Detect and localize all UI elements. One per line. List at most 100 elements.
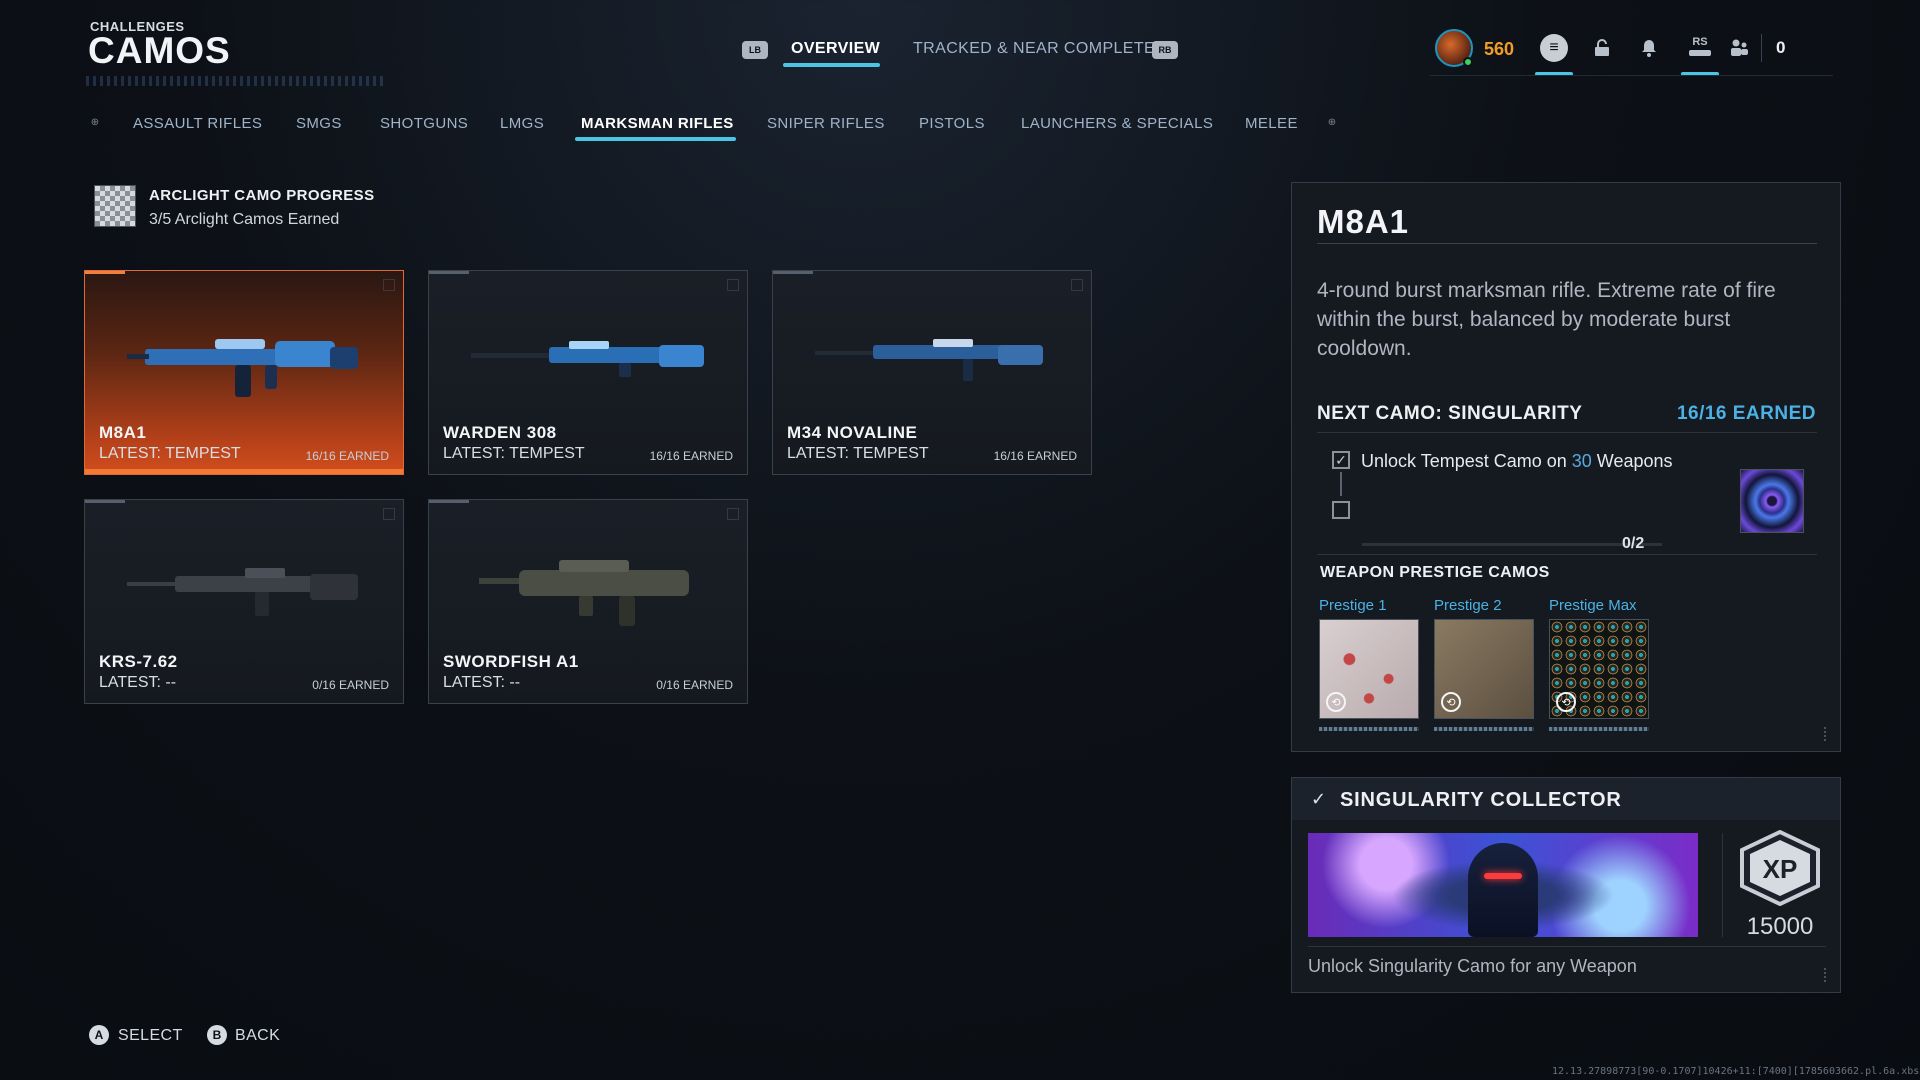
topbar-divider <box>1761 34 1762 62</box>
arclight-camo-thumbnail <box>94 185 136 227</box>
category-left-bumper-icon[interactable]: ⊕ <box>84 114 106 130</box>
collector-description: Unlock Singularity Camo for any Weapon <box>1308 956 1637 976</box>
arclight-progress-title: ARCLIGHT CAMO PROGRESS <box>149 187 375 204</box>
prestige-2-camo[interactable]: ⟲ <box>1434 619 1534 719</box>
card-top-accent <box>429 500 469 503</box>
card-corner-icon <box>383 508 395 520</box>
card-corner-icon <box>727 279 739 291</box>
category-melee[interactable]: MELEE <box>1245 115 1298 132</box>
operator-figure <box>1468 843 1538 937</box>
card-top-accent <box>429 271 469 274</box>
tab-overview[interactable]: OVERVIEW <box>791 40 880 58</box>
weapon-card-krs-7-62[interactable]: KRS-7.62 LATEST: -- 0/16 EARNED <box>84 499 404 704</box>
header-rule <box>1430 75 1833 76</box>
panel-grip-icon <box>1824 968 1830 982</box>
rifle-icon <box>127 568 358 616</box>
category-launchers-specials[interactable]: LAUNCHERS & SPECIALS <box>1021 115 1213 132</box>
page-title: CAMOS <box>88 30 231 71</box>
challenge-progress-value: 0/2 <box>1622 535 1645 552</box>
prestige-max-camo[interactable]: ⟲ <box>1549 619 1649 719</box>
collector-divider <box>1722 833 1723 937</box>
weapon-card-swordfish-a1[interactable]: SWORDFISH A1 LATEST: -- 0/16 EARNED <box>428 499 748 704</box>
category-sniper-rifles[interactable]: SNIPER RIFLES <box>767 115 885 132</box>
operator-visor <box>1484 873 1522 879</box>
bell-icon[interactable] <box>1635 34 1663 62</box>
rs-label: RS <box>1692 36 1708 48</box>
category-active-indicator <box>575 137 736 141</box>
detail-description: 4-round burst marksman rifle. Extreme ra… <box>1317 279 1776 360</box>
card-top-accent <box>773 271 813 274</box>
weapon-name: M8A1 <box>99 423 147 442</box>
panel-grip-icon <box>1824 727 1830 741</box>
xp-icon: XP <box>1740 830 1820 906</box>
category-marksman-rifles[interactable]: MARKSMAN RIFLES <box>581 115 734 132</box>
weapon-detail-panel: M8A1 4-round burst marksman rifle. Extre… <box>1291 182 1841 752</box>
arclight-progress-subtitle: 3/5 Arclight Camos Earned <box>149 211 340 228</box>
header-decoration <box>86 76 386 86</box>
weapon-name: KRS-7.62 <box>99 652 178 671</box>
challenge-checkbox-empty <box>1332 501 1350 519</box>
weapon-name: SWORDFISH A1 <box>443 652 579 671</box>
card-top-accent <box>85 271 125 274</box>
category-pistols[interactable]: PISTOLS <box>919 115 985 132</box>
next-camo-divider <box>1317 432 1817 433</box>
category-shotguns[interactable]: SHOTGUNS <box>380 115 468 132</box>
lb-bumper-icon[interactable]: LB <box>742 41 768 59</box>
weapon-earned-count: 0/16 EARNED <box>656 678 733 692</box>
build-info: 12.13.27898773[90-0.1707]10426+11:[7400]… <box>1552 1066 1920 1077</box>
weapon-latest-camo: LATEST: TEMPEST <box>787 445 929 462</box>
card-corner-icon <box>383 279 395 291</box>
prestige-2-label: Prestige 2 <box>1434 597 1502 614</box>
prestige-icon: ⟲ <box>1441 692 1461 712</box>
singularity-collector-panel[interactable]: ✓ SINGULARITY COLLECTOR XP 15000 Unlock … <box>1291 777 1841 993</box>
prestige-icon: ⟲ <box>1556 692 1576 712</box>
rifle-icon <box>815 339 1043 381</box>
tab-overview-indicator <box>783 63 880 67</box>
back-button-label[interactable]: BACK <box>235 1027 280 1045</box>
weapon-earned-count: 16/16 EARNED <box>649 449 733 463</box>
singularity-camo-preview <box>1740 469 1804 533</box>
prestige-1-camo[interactable]: ⟲ <box>1319 619 1419 719</box>
rifle-icon <box>127 339 358 397</box>
detail-divider <box>1317 243 1817 244</box>
b-button-icon[interactable]: B <box>207 1025 227 1045</box>
weapon-latest-camo: LATEST: TEMPEST <box>443 445 585 462</box>
prestige-max-progress <box>1549 727 1649 731</box>
online-status-icon <box>1463 57 1473 67</box>
a-button-icon[interactable]: A <box>89 1025 109 1045</box>
card-corner-icon <box>1071 279 1083 291</box>
next-camo-label: NEXT CAMO: SINGULARITY <box>1317 403 1583 424</box>
category-assault-rifles[interactable]: ASSAULT RIFLES <box>133 115 262 132</box>
tab-tracked-near-complete[interactable]: TRACKED & NEAR COMPLETE <box>913 40 1155 58</box>
card-top-accent <box>85 500 125 503</box>
check-icon: ✓ <box>1311 789 1327 809</box>
challenge-text: Unlock Tempest Camo on 30 Weapons <box>1361 451 1673 471</box>
lock-icon[interactable] <box>1588 34 1616 62</box>
category-lmgs[interactable]: LMGS <box>500 115 544 132</box>
rs-icon[interactable]: RS <box>1683 30 1717 64</box>
weapon-earned-count: 16/16 EARNED <box>305 449 389 463</box>
currency-amount: 560 <box>1484 39 1515 59</box>
prestige-2-progress <box>1434 727 1534 731</box>
detail-weapon-name: M8A1 <box>1317 203 1410 240</box>
prestige-camos-label: WEAPON PRESTIGE CAMOS <box>1320 564 1550 581</box>
category-smgs[interactable]: SMGS <box>296 115 342 132</box>
collector-title: SINGULARITY COLLECTOR <box>1340 789 1622 811</box>
prestige-1-progress <box>1319 727 1419 731</box>
menu-icon[interactable]: ≡ <box>1540 34 1568 62</box>
prestige-icon: ⟲ <box>1326 692 1346 712</box>
weapon-card-m8a1[interactable]: M8A1 LATEST: TEMPEST 16/16 EARNED <box>84 270 404 475</box>
rb-bumper-icon[interactable]: RB <box>1152 41 1178 59</box>
collector-reward-image <box>1308 833 1698 937</box>
prestige-max-label: Prestige Max <box>1549 597 1637 614</box>
checkbox-connector <box>1340 472 1342 496</box>
party-icon[interactable] <box>1725 34 1753 62</box>
challenge-progress-track <box>1362 543 1662 546</box>
weapon-progress-bar <box>85 469 403 474</box>
next-camo-earned: 16/16 EARNED <box>1676 403 1816 424</box>
weapon-card-m34-novaline[interactable]: M34 NOVALINE LATEST: TEMPEST 16/16 EARNE… <box>772 270 1092 475</box>
weapon-card-warden-308[interactable]: WARDEN 308 LATEST: TEMPEST 16/16 EARNED <box>428 270 748 475</box>
category-right-bumper-icon[interactable]: ⊕ <box>1321 114 1343 130</box>
weapon-latest-camo: LATEST: -- <box>99 674 177 691</box>
select-button-label[interactable]: SELECT <box>118 1027 183 1045</box>
